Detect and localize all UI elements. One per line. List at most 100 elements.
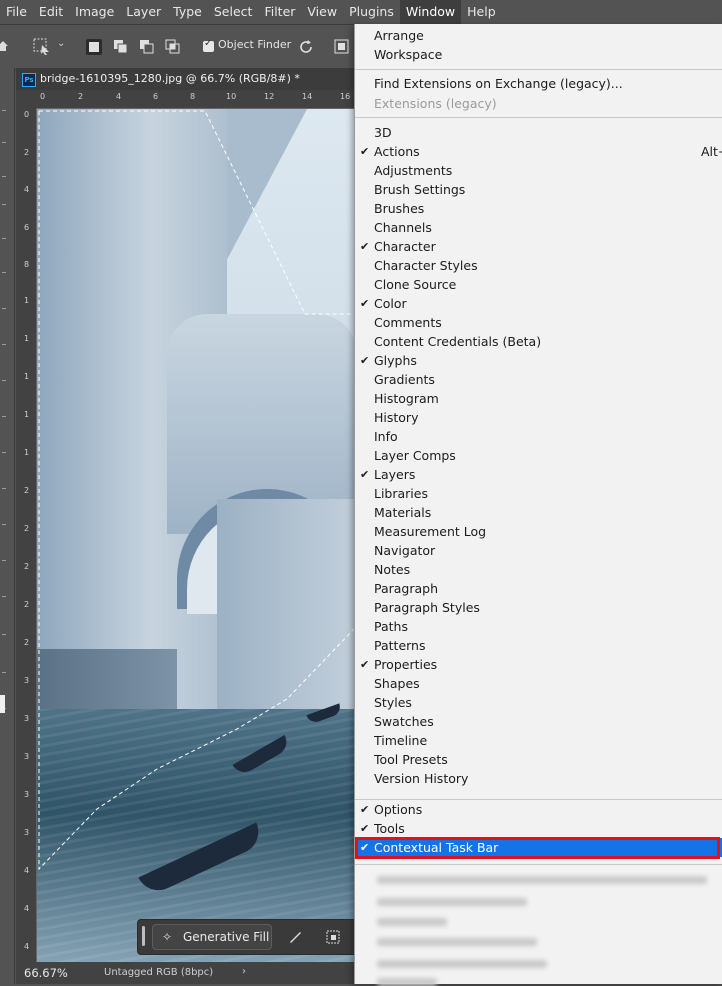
menu-item-label: Styles [374, 695, 412, 710]
menu-item-notes[interactable]: Notes [355, 560, 722, 579]
menu-item-label: Adjustments [374, 163, 453, 178]
menu-item-label: Gradients [374, 372, 435, 387]
menu-item-comments[interactable]: Comments [355, 313, 722, 332]
menu-layer[interactable]: Layer [120, 0, 167, 24]
menu-item-navigator[interactable]: Navigator [355, 541, 722, 560]
menu-item-label: Comments [374, 315, 442, 330]
menu-item-label: Measurement Log [374, 524, 487, 539]
menu-item-label: Properties [374, 657, 438, 672]
menu-file[interactable]: File [0, 0, 33, 24]
menu-item-libraries[interactable]: Libraries [355, 484, 722, 503]
ruler-label: 3 [24, 828, 30, 837]
menu-item-label: Brush Settings [374, 182, 466, 197]
menu-item-label: Version History [374, 771, 469, 786]
menu-type[interactable]: Type [167, 0, 208, 24]
menu-item-label: Options [374, 802, 423, 817]
menu-window[interactable]: Window [399, 0, 462, 24]
ruler-label: 4 [24, 866, 30, 875]
menu-edit[interactable]: Edit [33, 0, 69, 24]
menu-item-shortcut: Alt+ [701, 144, 722, 159]
menu-item-color[interactable]: ✔ Color [355, 294, 722, 313]
menu-item-gradients[interactable]: Gradients [355, 370, 722, 389]
object-finder-checkbox[interactable] [203, 38, 214, 52]
new-selection-icon[interactable] [86, 39, 102, 55]
subtract-from-selection-icon[interactable] [139, 39, 155, 55]
checkmark-icon: ✔ [360, 145, 370, 158]
menu-plugins[interactable]: Plugins [343, 0, 400, 24]
add-to-selection-icon[interactable] [113, 39, 129, 55]
menu-item-paths[interactable]: Paths [355, 617, 722, 636]
menu-filter[interactable]: Filter [258, 0, 301, 24]
menu-item-materials[interactable]: Materials [355, 503, 722, 522]
generative-fill-button[interactable]: ✧ Generative Fill [152, 924, 272, 950]
menu-item-layer-comps[interactable]: Layer Comps [355, 446, 722, 465]
menu-item-brushes[interactable]: Brushes [355, 199, 722, 218]
menu-item-options[interactable]: ✔ Options [355, 800, 722, 819]
intersect-selection-icon[interactable] [165, 39, 181, 55]
mask-icon[interactable] [326, 930, 340, 944]
ruler-label: 6 [24, 223, 30, 232]
ruler-label: 8 [190, 92, 196, 101]
menu-view[interactable]: View [301, 0, 343, 24]
menu-item-find-extensions[interactable]: Find Extensions on Exchange (legacy)... [355, 74, 722, 93]
menu-item-measurement-log[interactable]: Measurement Log [355, 522, 722, 541]
menu-item-arrange[interactable]: Arrange [355, 26, 722, 45]
drag-handle-icon[interactable] [142, 926, 145, 946]
menu-item-patterns[interactable]: Patterns [355, 636, 722, 655]
brush-icon[interactable] [288, 930, 302, 944]
ruler-label: 2 [24, 148, 30, 157]
menu-item-version-history[interactable]: Version History [355, 769, 722, 788]
menu-item-character-styles[interactable]: Character Styles [355, 256, 722, 275]
chevron-down-icon[interactable]: ⌄ [57, 38, 65, 49]
document-canvas[interactable] [37, 109, 354, 962]
document-tab[interactable]: Ps bridge-1610395_1280.jpg @ 66.7% (RGB/… [16, 68, 354, 91]
menu-item-label: Content Credentials (Beta) [374, 334, 542, 349]
menu-item-3d[interactable]: 3D [355, 123, 722, 142]
ruler-label: 2 [78, 92, 84, 101]
menu-item-label: Extensions (legacy) [374, 96, 497, 111]
menu-item-history[interactable]: History [355, 408, 722, 427]
checkmark-icon: ✔ [360, 658, 370, 671]
vertical-ruler[interactable]: 0 2 4 6 8 1 1 1 1 1 2 2 2 2 2 3 3 3 3 3 … [16, 108, 37, 962]
menu-item-info[interactable]: Info [355, 427, 722, 446]
menu-item-glyphs[interactable]: ✔ Glyphs [355, 351, 722, 370]
ruler-origin[interactable] [16, 90, 36, 108]
home-icon[interactable] [0, 40, 8, 52]
menu-item-shapes[interactable]: Shapes [355, 674, 722, 693]
menu-item-label: Materials [374, 505, 432, 520]
menu-item-paragraph-styles[interactable]: Paragraph Styles [355, 598, 722, 617]
menu-help[interactable]: Help [461, 0, 502, 24]
menu-item-character[interactable]: ✔ Character [355, 237, 722, 256]
object-selection-tool-icon[interactable] [33, 38, 51, 56]
menu-item-layers[interactable]: ✔ Layers [355, 465, 722, 484]
menu-item-content-credentials-beta[interactable]: Content Credentials (Beta) [355, 332, 722, 351]
menu-item-workspace[interactable]: Workspace [355, 45, 722, 64]
menu-item-timeline[interactable]: Timeline [355, 731, 722, 750]
status-menu-arrow[interactable]: › [242, 966, 246, 977]
ruler-label: 3 [24, 790, 30, 799]
default-colors-icon[interactable] [0, 695, 5, 713]
menu-item-label: Brushes [374, 201, 425, 216]
menu-item-swatches[interactable]: Swatches [355, 712, 722, 731]
menu-item-clone-source[interactable]: Clone Source [355, 275, 722, 294]
menu-item-paragraph[interactable]: Paragraph [355, 579, 722, 598]
menu-item-actions[interactable]: ✔ Actions Alt+ [355, 142, 722, 161]
menu-item-tool-presets[interactable]: Tool Presets [355, 750, 722, 769]
menu-item-label: Paths [374, 619, 408, 634]
show-all-objects-icon[interactable] [334, 39, 350, 55]
menu-item-properties[interactable]: ✔ Properties [355, 655, 722, 674]
checkmark-icon: ✔ [360, 468, 370, 481]
menu-select[interactable]: Select [208, 0, 259, 24]
menu-image[interactable]: Image [69, 0, 120, 24]
menu-item-brush-settings[interactable]: Brush Settings [355, 180, 722, 199]
horizontal-ruler[interactable]: 0 2 4 6 8 10 12 14 16 [36, 90, 354, 109]
ruler-label: 2 [24, 638, 30, 647]
selection-marquee [38, 110, 354, 871]
menu-item-tools[interactable]: ✔ Tools [355, 819, 722, 838]
menu-item-styles[interactable]: Styles [355, 693, 722, 712]
refresh-icon[interactable] [298, 39, 314, 55]
zoom-level[interactable]: 66.67% [24, 966, 68, 980]
menu-item-channels[interactable]: Channels [355, 218, 722, 237]
menu-item-histogram[interactable]: Histogram [355, 389, 722, 408]
menu-item-adjustments[interactable]: Adjustments [355, 161, 722, 180]
